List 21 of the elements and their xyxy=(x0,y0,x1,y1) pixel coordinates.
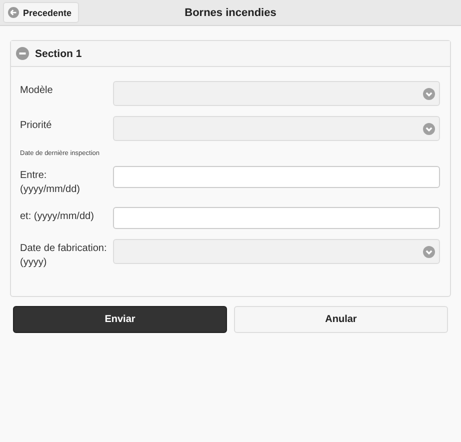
back-button[interactable]: Precedente xyxy=(3,2,79,23)
field-label: Date de fabrication: (yyyy) xyxy=(20,242,108,270)
select-field[interactable] xyxy=(113,81,440,106)
section-title: Section 1 xyxy=(35,48,82,60)
cancel-button[interactable]: Anular xyxy=(234,306,448,333)
field-label: et: (yyyy/mm/dd) xyxy=(20,210,95,224)
chevron-down-icon xyxy=(423,88,435,100)
select-field[interactable] xyxy=(113,239,440,264)
chevron-down-icon xyxy=(423,122,435,134)
back-arrow-icon xyxy=(8,7,19,18)
field-label: Entre: (yyyy/mm/dd) xyxy=(20,169,81,197)
page-title: Bornes incendies xyxy=(184,6,276,18)
collapse-icon xyxy=(16,47,29,60)
chevron-down-icon xyxy=(423,246,435,258)
field-label: Modèle xyxy=(20,84,54,98)
submit-button[interactable]: Enviar xyxy=(13,306,227,333)
input-field[interactable] xyxy=(113,207,440,229)
select-field[interactable] xyxy=(113,116,440,141)
section-header[interactable]: Section 1 xyxy=(11,41,450,67)
field-label: Priorité xyxy=(20,119,53,133)
input-field[interactable] xyxy=(113,166,440,188)
